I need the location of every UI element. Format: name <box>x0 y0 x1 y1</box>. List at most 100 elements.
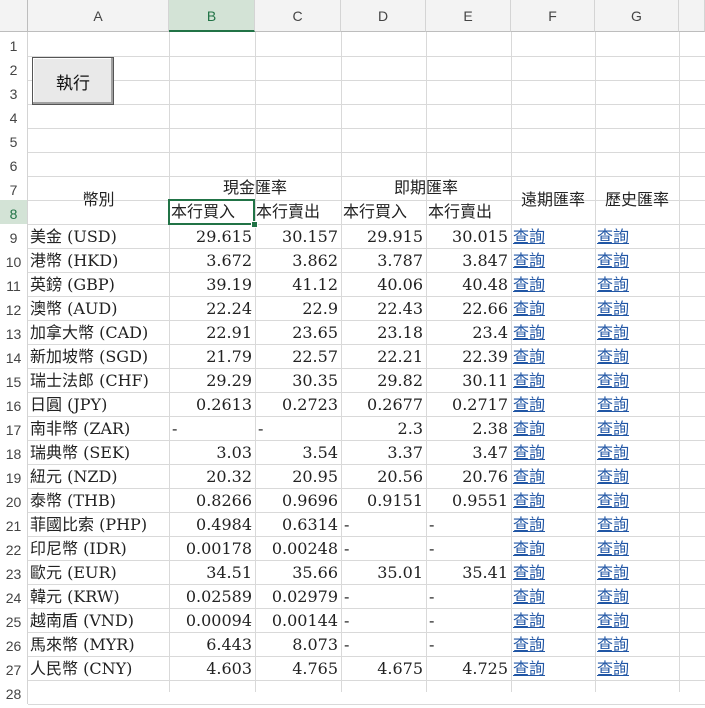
rate-cell[interactable]: 30.35 <box>255 369 338 393</box>
rate-cell[interactable]: 35.41 <box>426 561 508 585</box>
header-cash-sell[interactable]: 本行賣出 <box>256 200 320 224</box>
currency-name-cell[interactable]: 馬來幣 (MYR) <box>30 633 168 657</box>
currency-name-cell[interactable]: 瑞典幣 (SEK) <box>30 441 168 465</box>
column-header-a[interactable]: A <box>28 0 169 32</box>
row-header-24[interactable]: 24 <box>0 584 28 608</box>
rate-cell[interactable]: 20.95 <box>255 465 338 489</box>
rate-cell[interactable]: 3.37 <box>341 441 423 465</box>
history-rate-query-link[interactable]: 查詢 <box>597 345 629 369</box>
rate-cell[interactable]: 30.015 <box>426 225 508 249</box>
rate-cell[interactable]: 3.847 <box>426 249 508 273</box>
rate-cell-empty[interactable]: - <box>429 633 449 657</box>
row-header-8[interactable]: 8 <box>0 200 28 224</box>
rate-cell[interactable]: 20.32 <box>169 465 252 489</box>
history-rate-query-link[interactable]: 查詢 <box>597 585 629 609</box>
forward-rate-query-link[interactable]: 查詢 <box>513 633 545 657</box>
rate-cell[interactable]: 0.9551 <box>426 489 508 513</box>
row-header-18[interactable]: 18 <box>0 440 28 464</box>
rate-cell[interactable]: 22.57 <box>255 345 338 369</box>
row-header-3[interactable]: 3 <box>0 80 28 104</box>
rate-cell[interactable]: 2.38 <box>426 417 508 441</box>
rate-cell[interactable]: 22.9 <box>255 297 338 321</box>
history-rate-query-link[interactable]: 查詢 <box>597 513 629 537</box>
currency-name-cell[interactable]: 人民幣 (CNY) <box>30 657 168 681</box>
row-header-11[interactable]: 11 <box>0 272 28 296</box>
rate-cell[interactable]: 22.66 <box>426 297 508 321</box>
rate-cell[interactable]: 0.00094 <box>169 609 252 633</box>
row-header-2[interactable]: 2 <box>0 56 28 80</box>
rate-cell[interactable]: 22.91 <box>169 321 252 345</box>
history-rate-query-link[interactable]: 查詢 <box>597 489 629 513</box>
history-rate-query-link[interactable]: 查詢 <box>597 369 629 393</box>
row-header-21[interactable]: 21 <box>0 512 28 536</box>
forward-rate-query-link[interactable]: 查詢 <box>513 321 545 345</box>
rate-cell[interactable]: 22.39 <box>426 345 508 369</box>
rate-cell-empty[interactable]: - <box>429 537 449 561</box>
currency-name-cell[interactable]: 越南盾 (VND) <box>30 609 168 633</box>
rate-cell[interactable]: 22.21 <box>341 345 423 369</box>
rate-cell[interactable]: 0.00248 <box>255 537 338 561</box>
currency-name-cell[interactable]: 港幣 (HKD) <box>30 249 168 273</box>
column-header-b[interactable]: B <box>169 0 255 32</box>
rate-cell[interactable]: 0.00178 <box>169 537 252 561</box>
currency-name-cell[interactable]: 美金 (USD) <box>30 225 168 249</box>
rate-cell-empty[interactable]: - <box>344 537 364 561</box>
rate-cell[interactable]: 20.76 <box>426 465 508 489</box>
currency-name-cell[interactable]: 澳幣 (AUD) <box>30 297 168 321</box>
history-rate-query-link[interactable]: 查詢 <box>597 393 629 417</box>
rate-cell[interactable]: 3.47 <box>426 441 508 465</box>
currency-name-cell[interactable]: 加拿大幣 (CAD) <box>30 321 168 345</box>
forward-rate-query-link[interactable]: 查詢 <box>513 273 545 297</box>
forward-rate-query-link[interactable]: 查詢 <box>513 297 545 321</box>
rate-cell[interactable]: 3.787 <box>341 249 423 273</box>
history-rate-query-link[interactable]: 查詢 <box>597 321 629 345</box>
history-rate-query-link[interactable]: 查詢 <box>597 561 629 585</box>
history-rate-query-link[interactable]: 查詢 <box>597 273 629 297</box>
rate-cell[interactable]: 3.862 <box>255 249 338 273</box>
rate-cell[interactable]: 40.06 <box>341 273 423 297</box>
history-rate-query-link[interactable]: 查詢 <box>597 465 629 489</box>
rate-cell[interactable]: 0.9151 <box>341 489 423 513</box>
rate-cell[interactable]: 0.00144 <box>255 609 338 633</box>
history-rate-query-link[interactable]: 查詢 <box>597 441 629 465</box>
rate-cell[interactable]: 0.8266 <box>169 489 252 513</box>
rate-cell[interactable]: 0.2723 <box>255 393 338 417</box>
rate-cell[interactable]: 0.2677 <box>341 393 423 417</box>
rate-cell[interactable]: 0.2613 <box>169 393 252 417</box>
rate-cell[interactable]: 23.4 <box>426 321 508 345</box>
rate-cell[interactable]: 8.073 <box>255 633 338 657</box>
currency-name-cell[interactable]: 韓元 (KRW) <box>30 585 168 609</box>
header-spot-buy[interactable]: 本行買入 <box>343 200 407 224</box>
rate-cell[interactable]: 3.03 <box>169 441 252 465</box>
rate-cell[interactable]: 40.48 <box>426 273 508 297</box>
forward-rate-query-link[interactable]: 查詢 <box>513 441 545 465</box>
rate-cell[interactable]: 23.65 <box>255 321 338 345</box>
forward-rate-query-link[interactable]: 查詢 <box>513 489 545 513</box>
rate-cell-empty[interactable]: - <box>429 513 449 537</box>
forward-rate-query-link[interactable]: 查詢 <box>513 465 545 489</box>
rate-cell[interactable]: 29.915 <box>341 225 423 249</box>
row-header-9[interactable]: 9 <box>0 224 28 248</box>
spreadsheet[interactable]: ABCDEFG 1 2 3 4 5 6 7 8 9 10 11 12 13 14 15 16 17 18 19 20 2… <box>0 0 705 705</box>
rate-cell-empty[interactable]: - <box>258 417 278 441</box>
history-rate-query-link[interactable]: 查詢 <box>597 249 629 273</box>
row-header-16[interactable]: 16 <box>0 392 28 416</box>
rate-cell[interactable]: 4.603 <box>169 657 252 681</box>
forward-rate-query-link[interactable]: 查詢 <box>513 369 545 393</box>
column-header-f[interactable]: F <box>511 0 595 32</box>
rate-cell[interactable]: 4.675 <box>341 657 423 681</box>
row-header-28[interactable]: 28 <box>0 680 28 704</box>
rate-cell[interactable]: 0.9696 <box>255 489 338 513</box>
currency-name-cell[interactable]: 新加坡幣 (SGD) <box>30 345 168 369</box>
forward-rate-query-link[interactable]: 查詢 <box>513 609 545 633</box>
row-header-27[interactable]: 27 <box>0 656 28 680</box>
currency-name-cell[interactable]: 英鎊 (GBP) <box>30 273 168 297</box>
rate-cell[interactable]: 22.24 <box>169 297 252 321</box>
rate-cell[interactable]: 30.11 <box>426 369 508 393</box>
row-header-15[interactable]: 15 <box>0 368 28 392</box>
rate-cell[interactable]: 3.54 <box>255 441 338 465</box>
forward-rate-query-link[interactable]: 查詢 <box>513 417 545 441</box>
row-header-1[interactable]: 1 <box>0 32 28 56</box>
rate-cell[interactable]: 0.02589 <box>169 585 252 609</box>
header-spot-sell[interactable]: 本行賣出 <box>428 200 492 224</box>
